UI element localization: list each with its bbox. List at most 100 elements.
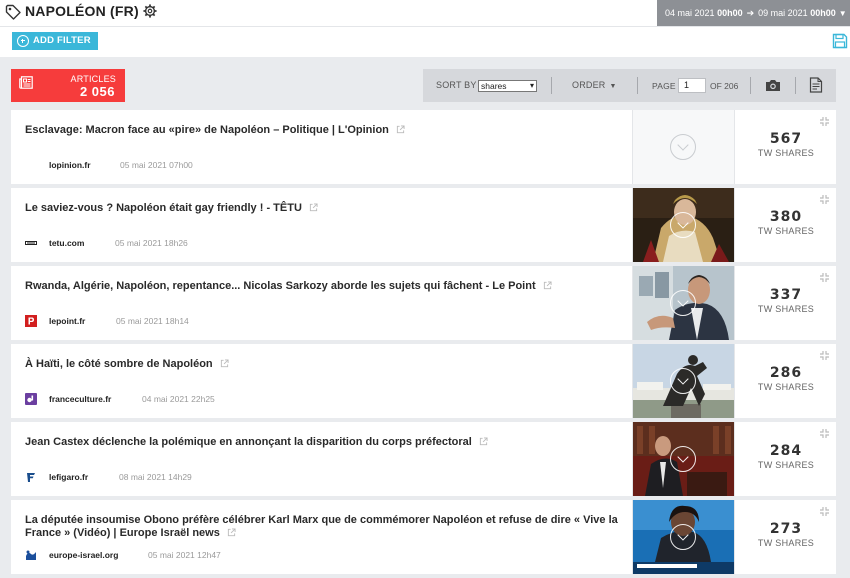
shares-count: 273 [769, 521, 803, 537]
article-thumbnail[interactable] [632, 110, 734, 184]
chevron-down-circle-icon[interactable] [670, 212, 696, 238]
arrow-right-icon: ➔ [746, 8, 755, 18]
source-name: lepoint.fr [49, 316, 86, 326]
page-number-input[interactable]: 1 [678, 78, 706, 93]
article-thumbnail[interactable] [632, 344, 734, 418]
order-dropdown[interactable]: ORDER ▼ [572, 80, 617, 90]
article-thumbnail[interactable] [632, 422, 734, 496]
caret-down-icon: ▼ [609, 83, 617, 90]
article-row[interactable]: La députée insoumise Obono préfère céléb… [11, 500, 836, 574]
add-filter-label: ADD FILTER [33, 35, 91, 46]
sort-by-select[interactable]: shares ▾ [478, 80, 537, 92]
chevron-down-circle-icon[interactable] [670, 368, 696, 394]
articles-count-box: ARTICLES 2 056 [11, 69, 125, 102]
articles-label: ARTICLES [70, 74, 116, 84]
collapse-icon[interactable] [819, 194, 830, 205]
tetu-logo-icon [25, 241, 37, 245]
chevron-down-icon: ▼ [838, 9, 847, 18]
newspaper-icon [19, 76, 33, 89]
article-date: 04 mai 2021 22h25 [142, 394, 215, 404]
shares-count: 284 [769, 443, 803, 459]
shares-label: TW SHARES [757, 148, 815, 158]
article-row[interactable]: Le saviez-vous ? Napoléon était gay frie… [11, 188, 836, 262]
shares-panel: 286 TW SHARES [734, 344, 836, 418]
source-name: europe-israel.org [49, 550, 119, 560]
external-link-icon[interactable] [220, 359, 229, 368]
tag-icon [5, 4, 21, 20]
shares-label: TW SHARES [757, 538, 815, 548]
date-from-day: 04 mai 2021 [665, 8, 715, 18]
franceculture-logo-icon [25, 393, 37, 405]
collapse-icon[interactable] [819, 272, 830, 283]
external-link-icon[interactable] [479, 437, 488, 446]
add-filter-button[interactable]: ADD FILTER [12, 32, 98, 50]
top-bar: NAPOLÉON (FR) 04 mai 2021 00h00 ➔ 09 mai 2… [0, 0, 850, 26]
plus-circle-icon [17, 35, 29, 47]
article-thumbnail[interactable] [632, 188, 734, 262]
source-name: tetu.com [49, 238, 85, 248]
external-link-icon[interactable] [543, 281, 552, 290]
external-link-icon[interactable] [309, 203, 318, 212]
article-title[interactable]: À Haïti, le côté sombre de Napoléon [25, 358, 625, 371]
gear-icon[interactable] [143, 4, 157, 18]
page-label: PAGE [652, 81, 676, 91]
shares-label: TW SHARES [757, 460, 815, 470]
external-link-icon[interactable] [227, 528, 236, 537]
results-toolbar: SORT BY shares ▾ ORDER ▼ PAGE 1 OF 206 [423, 69, 836, 102]
article-date: 05 mai 2021 18h26 [115, 238, 188, 248]
report-icon[interactable] [809, 77, 823, 93]
shares-count: 567 [769, 131, 803, 147]
article-row[interactable]: Rwanda, Algérie, Napoléon, repentance...… [11, 266, 836, 340]
source-name: franceculture.fr [49, 394, 112, 404]
article-date: 05 mai 2021 18h14 [116, 316, 189, 326]
shares-panel: 380 TW SHARES [734, 188, 836, 262]
sort-by-label: SORT BY [436, 80, 477, 90]
article-date: 08 mai 2021 14h29 [119, 472, 192, 482]
lepoint-logo-icon [25, 315, 37, 327]
article-date: 05 mai 2021 07h00 [120, 160, 193, 170]
sort-by-value: shares [481, 81, 507, 91]
article-title[interactable]: Rwanda, Algérie, Napoléon, repentance...… [25, 280, 625, 293]
page-total: OF 206 [710, 81, 739, 91]
collapse-icon[interactable] [819, 116, 830, 127]
article-thumbnail[interactable] [632, 266, 734, 340]
shares-label: TW SHARES [757, 382, 815, 392]
article-title[interactable]: La députée insoumise Obono préfère céléb… [25, 514, 625, 540]
article-row[interactable]: Esclavage: Macron face au «pire» de Napo… [11, 110, 836, 184]
shares-panel: 567 TW SHARES [734, 110, 836, 184]
chevron-down-circle-icon[interactable] [670, 524, 696, 550]
chevron-down-circle-icon[interactable] [670, 446, 696, 472]
shares-count: 380 [769, 209, 803, 225]
chevron-down-circle-icon[interactable] [670, 290, 696, 316]
page-title: NAPOLÉON (FR) [25, 3, 139, 19]
camera-icon[interactable] [765, 78, 781, 92]
date-to-time: 00h00 [810, 8, 836, 18]
article-title[interactable]: Jean Castex déclenche la polémique en an… [25, 436, 625, 449]
external-link-icon[interactable] [396, 125, 405, 134]
date-to-day: 09 mai 2021 [758, 8, 808, 18]
divider [637, 77, 638, 94]
article-title[interactable]: Le saviez-vous ? Napoléon était gay frie… [25, 202, 625, 215]
shares-label: TW SHARES [757, 226, 815, 236]
collapse-icon[interactable] [819, 428, 830, 439]
shares-label: TW SHARES [757, 304, 815, 314]
divider [551, 77, 552, 94]
articles-count: 2 056 [79, 84, 115, 99]
date-from-time: 00h00 [717, 8, 743, 18]
shares-count: 286 [769, 365, 803, 381]
chevron-down-icon: ▾ [529, 81, 534, 90]
article-title[interactable]: Esclavage: Macron face au «pire» de Napo… [25, 124, 625, 137]
collapse-icon[interactable] [819, 506, 830, 517]
date-range-picker[interactable]: 04 mai 2021 00h00 ➔ 09 mai 2021 00h00 ▼ [657, 0, 850, 26]
collapse-icon[interactable] [819, 350, 830, 361]
save-icon[interactable] [832, 33, 848, 49]
article-thumbnail[interactable] [632, 500, 734, 574]
shares-panel: 273 TW SHARES [734, 500, 836, 574]
lefigaro-logo-icon [27, 473, 35, 482]
order-label: ORDER [572, 80, 606, 90]
article-row[interactable]: Jean Castex déclenche la polémique en an… [11, 422, 836, 496]
article-row[interactable]: À Haïti, le côté sombre de Napoléon fran… [11, 344, 836, 418]
source-name: lopinion.fr [49, 160, 91, 170]
source-name: lefigaro.fr [49, 472, 89, 482]
chevron-down-circle-icon[interactable] [670, 134, 696, 160]
